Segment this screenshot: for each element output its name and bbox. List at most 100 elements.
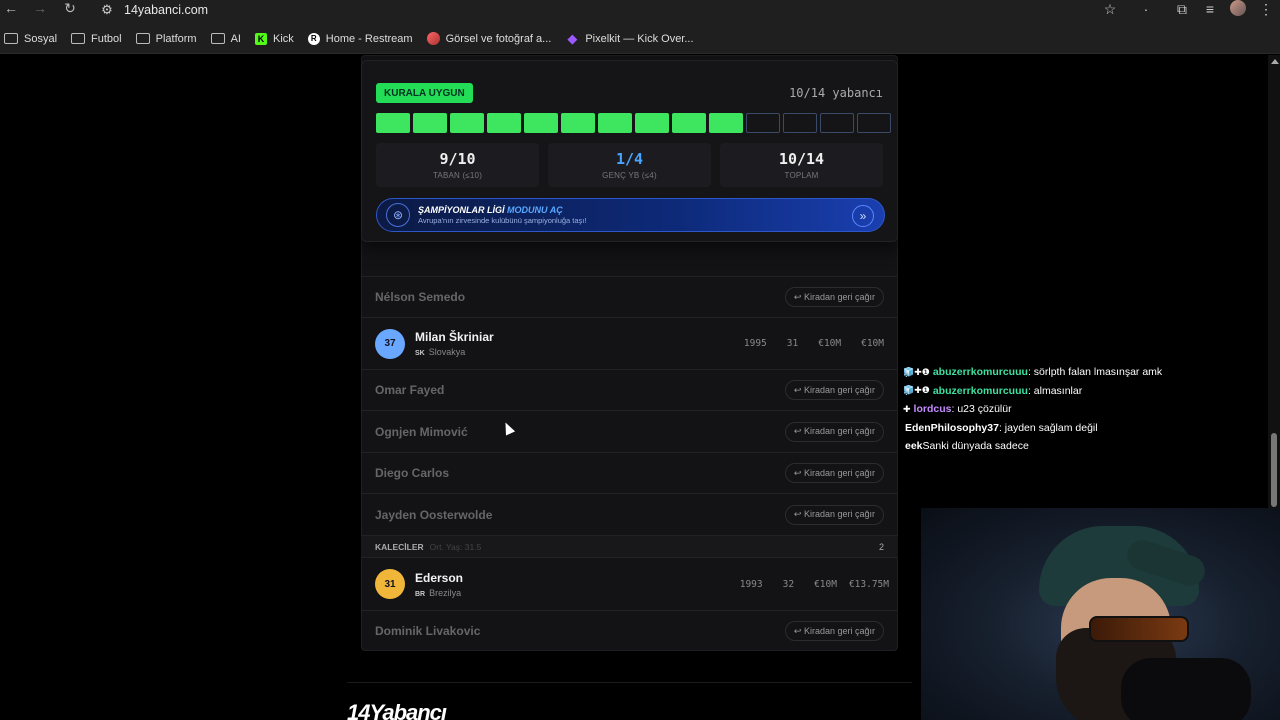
champions-league-banner[interactable]: ⊛ ŞAMPİYONLAR LİGİ MODUNU AÇ Avrupa'nın …: [376, 198, 885, 232]
browser-toolbar: ← → ↻ ⚙ 14yabanci.com ☆ · ⧉ ≡ ⋮: [0, 0, 1280, 24]
microphone-shape: [1121, 658, 1251, 720]
foreigner-quota: 10/14 yabancı: [789, 86, 883, 100]
bookmark-pixelkit[interactable]: ◆ Pixelkit — Kick Over...: [565, 30, 693, 46]
extensions-puzzle-icon[interactable]: ⧉: [1168, 1, 1196, 18]
back-arrow-icon[interactable]: ←: [3, 0, 19, 16]
quota-slot-empty: [857, 113, 891, 133]
bookmark-label: Görsel ve fotoğraf a...: [445, 32, 552, 45]
quota-slot-filled: [709, 113, 743, 133]
folder-icon: [135, 33, 150, 45]
football-icon: ⊛: [386, 203, 410, 227]
bookmark-sosyal[interactable]: Sosyal: [4, 33, 57, 45]
loaned-player-row: Dominik Livakovic ↩ Kiradan geri çağır: [361, 610, 898, 651]
player-stats: 1993 32 €10M €13.75M: [720, 579, 889, 590]
folder-icon: [210, 33, 225, 45]
goalkeepers-section-header: KALECİLER Ort. Yaş: 31.5 2: [361, 535, 898, 557]
recall-loan-button[interactable]: ↩ Kiradan geri çağır: [784, 380, 884, 400]
bookmark-label: Kick: [272, 32, 294, 45]
recall-loan-button[interactable]: ↩ Kiradan geri çağır: [784, 421, 884, 442]
player-name: Milan Škriniar: [415, 330, 494, 344]
bookmark-ai[interactable]: AI: [210, 33, 241, 45]
scroll-up-icon[interactable]: [1271, 59, 1279, 64]
recall-loan-button[interactable]: ↩ Kiradan geri çağır: [784, 504, 884, 525]
bookmark-label: Home - Restream: [325, 32, 413, 45]
extension-dot-icon[interactable]: ·: [1124, 1, 1168, 17]
chat-text: : sörlpth falan lmasınşar amk: [1027, 366, 1163, 379]
rule-compliant-badge: KURALA UYGUN: [376, 83, 473, 103]
loaned-player-row: Ognjen Mimović ↩ Kiradan geri çağır: [361, 410, 898, 452]
bookmarks-bar: Sosyal Futbol Platform AI K Kick R Home - …: [0, 24, 1280, 54]
recall-loan-button[interactable]: ↩ Kiradan geri çağır: [784, 463, 884, 483]
shirt-number-badge: 37: [375, 328, 405, 359]
cl-title-highlight: MODUNU AÇ: [507, 205, 563, 215]
stat-total: 10/14 TOPLAM: [720, 143, 883, 187]
chat-badges-icon: 🧊✚❶: [903, 366, 930, 377]
restream-icon: R: [307, 32, 320, 45]
chat-username: lordcus: [913, 403, 952, 416]
menu-kebab-icon[interactable]: ⋮: [1252, 1, 1280, 18]
stat-label: TOPLAM: [784, 171, 819, 180]
forward-arrow-icon[interactable]: →: [32, 0, 48, 16]
address-bar[interactable]: ⚙ 14yabanci.com: [96, 0, 1106, 20]
reload-icon[interactable]: ↻: [62, 0, 78, 16]
media-controls-icon[interactable]: ≡: [1196, 1, 1224, 17]
bookmark-label: Platform: [155, 32, 197, 45]
recall-loan-button[interactable]: ↩ Kiradan geri çağır: [784, 621, 884, 641]
player-country: SK Slovakya: [415, 347, 494, 357]
stat-value: 9/10: [439, 150, 476, 168]
site-settings-icon[interactable]: ⚙: [96, 1, 118, 19]
birth-year: 1993: [739, 578, 763, 590]
quota-slot-empty: [746, 113, 780, 133]
webcam-overlay: [921, 508, 1280, 720]
section-average-age: Ort. Yaş: 31.5: [429, 541, 482, 552]
chat-username: eek: [905, 440, 923, 453]
bookmark-label: Sosyal: [24, 32, 58, 45]
player-name: Nélson Semedo: [375, 290, 466, 304]
player-name: Ognjen Mimović: [375, 424, 468, 439]
stat-young: 1/4 GENÇ YB (≤4): [548, 143, 711, 187]
quota-slot-filled: [598, 113, 632, 133]
rule-status-panel: KURALA UYGUN 10/14 yabancı 9/10 TABAN (≤…: [361, 60, 898, 242]
kick-icon: K: [254, 32, 267, 45]
bookmark-gorsel[interactable]: Görsel ve fotoğraf a...: [426, 32, 552, 45]
image-tool-icon: [426, 32, 440, 45]
chat-badges-icon: ✚: [903, 403, 911, 414]
quota-slots: [376, 113, 891, 133]
chevrons-right-icon[interactable]: »: [852, 205, 874, 227]
quota-slot-empty: [783, 113, 817, 133]
player-row[interactable]: 37 Milan Škriniar SK Slovakya 1995 31 €10…: [361, 317, 898, 369]
stat-label: GENÇ YB (≤4): [602, 171, 657, 180]
quota-slot-filled: [413, 113, 447, 133]
cl-banner-subtitle: Avrupa'nın zirvesinde kulübünü şampiyonl…: [418, 216, 587, 225]
market-value: €10M: [818, 338, 842, 349]
bookmark-kick[interactable]: K Kick: [254, 32, 294, 45]
folder-icon: [71, 33, 86, 45]
player-name: Diego Carlos: [375, 466, 450, 480]
bookmark-restream[interactable]: R Home - Restream: [307, 32, 413, 45]
profile-avatar[interactable]: [1224, 0, 1252, 19]
footer-divider: [347, 682, 912, 683]
quota-slot-filled: [635, 113, 669, 133]
chat-text: : almasınlar: [1027, 384, 1083, 397]
folder-icon: [4, 33, 18, 45]
glasses-shape: [1089, 616, 1189, 642]
chat-message: 🧊✚❶ abuzerrkomurcuuu : almasınlar: [900, 382, 1280, 401]
stat-value: 1/4: [615, 150, 644, 168]
age: 31: [786, 338, 799, 349]
bookmark-platform[interactable]: Platform: [135, 32, 197, 45]
player-stats: 1995 31 €10M €10M: [724, 338, 884, 349]
loaned-player-row: Nélson Semedo ↩ Kiradan geri çağır: [361, 276, 898, 317]
shirt-number-badge: 31: [375, 569, 405, 599]
pixelkit-icon: ◆: [567, 30, 578, 46]
bookmark-star-icon[interactable]: ☆: [1096, 1, 1124, 18]
country-code: BR: [415, 590, 426, 598]
recall-loan-button[interactable]: ↩ Kiradan geri çağır: [784, 287, 884, 307]
cl-banner-title: ŞAMPİYONLAR LİGİ MODUNU AÇ: [418, 205, 586, 215]
market-value: €10M: [814, 578, 837, 590]
player-name: Dominik Livakovic: [375, 624, 481, 638]
stats-row: 9/10 TABAN (≤10) 1/4 GENÇ YB (≤4) 10/14 …: [376, 143, 883, 187]
country-code: SK: [415, 350, 425, 357]
transfer-value: €10M: [861, 338, 884, 349]
bookmark-futbol[interactable]: Futbol: [71, 33, 122, 45]
player-row[interactable]: 31 Ederson BR Brezilya 1993 32 €10M €13.7…: [361, 557, 898, 610]
